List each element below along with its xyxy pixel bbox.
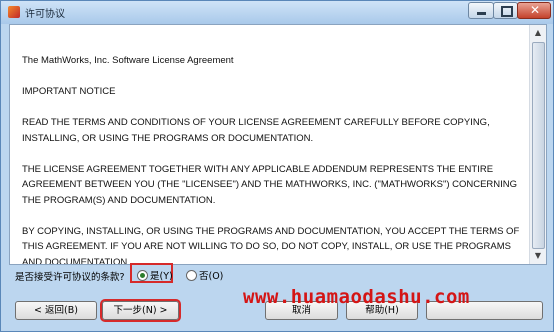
consent-question: 是否接受许可协议的条款? [15, 272, 125, 283]
radio-yes[interactable] [137, 270, 148, 281]
agreement-paragraph: BY COPYING, INSTALLING, OR USING THE PRO… [22, 225, 520, 265]
matlab-logo-icon [8, 6, 20, 18]
close-icon: ✕ [530, 3, 541, 17]
agreement-paragraph: THE LICENSE AGREEMENT TOGETHER WITH ANY … [22, 163, 518, 206]
vertical-scrollbar[interactable]: ▲ ▼ [529, 25, 546, 264]
close-button[interactable]: ✕ [517, 2, 551, 19]
maximize-button[interactable] [493, 2, 518, 19]
radio-yes-label[interactable]: 是(Y) [150, 268, 173, 282]
agreement-text: The MathWorks, Inc. Software License Agr… [22, 53, 522, 265]
agreement-paragraph: READ THE TERMS AND CONDITIONS OF YOUR LI… [22, 117, 490, 144]
radio-no-label[interactable]: 否(O) [199, 268, 223, 282]
scroll-down-arrow-icon[interactable]: ▼ [530, 248, 546, 264]
site-watermark: www.huamaodashu.com [243, 286, 470, 308]
maximize-icon [501, 6, 513, 17]
back-button[interactable]: < 返回(B) [15, 301, 97, 320]
radio-no[interactable] [186, 270, 197, 281]
scrollbar-thumb[interactable] [532, 42, 545, 249]
minimize-icon [477, 12, 486, 15]
license-text-area[interactable]: The MathWorks, Inc. Software License Agr… [9, 24, 547, 265]
license-dialog: 许可协议 ✕ The MathWorks, Inc. Software Lice… [0, 0, 554, 332]
next-button[interactable]: 下一步(N) > [100, 299, 181, 322]
window-title: 许可协议 [25, 9, 65, 20]
minimize-button[interactable] [468, 2, 494, 19]
title-bar[interactable]: 许可协议 ✕ [1, 1, 553, 24]
agreement-title: The MathWorks, Inc. Software License Agr… [22, 55, 234, 66]
agreement-notice-heading: IMPORTANT NOTICE [22, 86, 116, 97]
scroll-up-arrow-icon[interactable]: ▲ [530, 25, 546, 41]
